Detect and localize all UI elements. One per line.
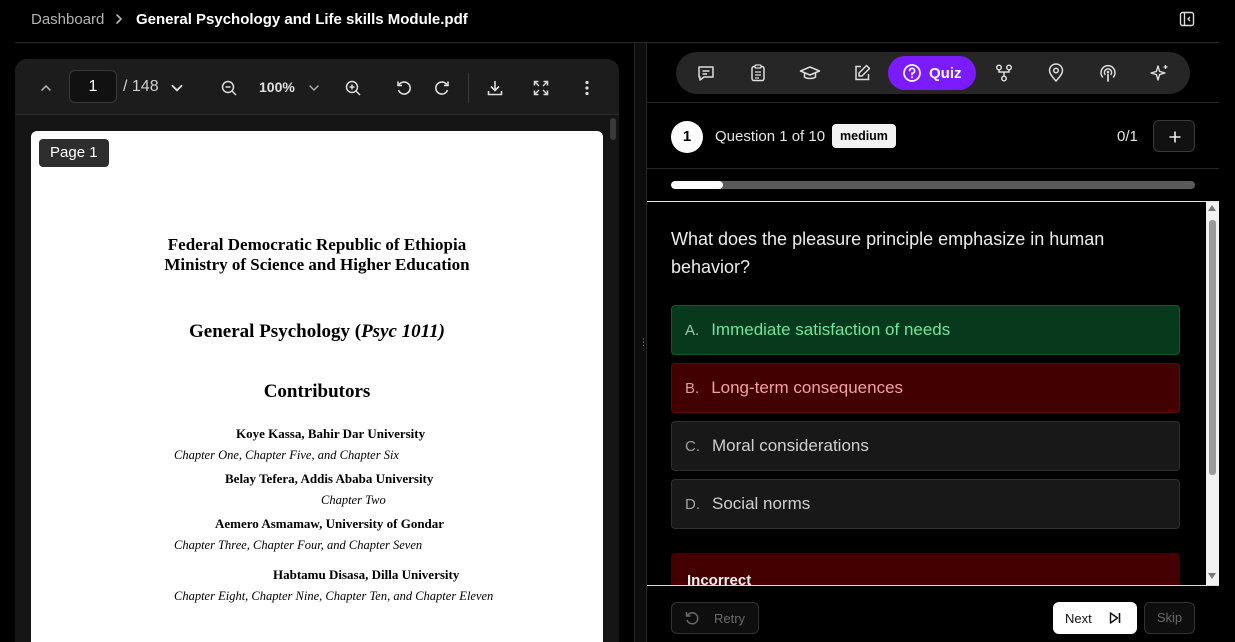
difficulty-badge: medium [832, 124, 896, 148]
quiz-icon [903, 64, 921, 82]
pdf-viewer: 1 / 148 100% Page 1 Federal Democratic R… [15, 59, 619, 642]
retry-button[interactable]: Retry [671, 602, 759, 634]
answer-option-c[interactable]: C. Moral considerations [671, 421, 1180, 471]
skip-button[interactable]: Skip [1144, 602, 1195, 634]
doc-contributors-heading: Contributors [263, 381, 371, 402]
option-letter: A. [685, 321, 700, 339]
zoom-out-icon[interactable] [218, 77, 240, 99]
chat-icon[interactable] [694, 56, 718, 90]
page-badge: Page 1 [39, 139, 109, 167]
chevron-down-icon[interactable] [167, 78, 187, 98]
scroll-down-arrow-icon[interactable] [1208, 573, 1216, 579]
chevron-up-icon[interactable] [37, 79, 55, 97]
pdf-scrollbar[interactable] [610, 118, 616, 140]
quiz-progress-bar [671, 181, 1195, 189]
doc-contributor-chapters: Chapter Two [321, 493, 386, 507]
next-button[interactable]: Next [1053, 602, 1137, 634]
option-letter: D. [685, 495, 700, 513]
rotate-right-icon[interactable] [431, 77, 453, 99]
doc-course-name: General Psychology ( [189, 321, 362, 342]
next-label: Next [1065, 610, 1092, 626]
option-text: Social norms [712, 494, 811, 513]
more-vertical-icon[interactable] [577, 77, 597, 99]
breadcrumb-current-file: General Psychology and Life skills Modul… [136, 11, 468, 28]
feedback-title: Incorrect [687, 572, 752, 585]
quiz-progress-fill [671, 181, 724, 189]
option-text: Long-term consequences [711, 378, 904, 397]
panel-resize-handle[interactable]: ⋮ [634, 43, 648, 642]
sparkles-icon[interactable] [1148, 56, 1172, 90]
answer-option-d[interactable]: D. Social norms [671, 479, 1180, 529]
header-divider [15, 42, 1219, 43]
toolbar-divider [468, 73, 469, 103]
question-scrollbar[interactable] [1206, 202, 1219, 585]
option-letter: C. [685, 437, 700, 455]
option-text: Moral considerations [712, 436, 869, 455]
top-bar: Dashboard General Psychology and Life sk… [0, 0, 1235, 38]
divider [647, 102, 1219, 103]
map-pin-icon[interactable] [1044, 56, 1068, 90]
doc-contributor-chapters: Chapter Eight, Chapter Nine, Chapter Ten… [174, 589, 494, 603]
zoom-level[interactable]: 100% [259, 79, 295, 95]
question-counter: Question 1 of 10 [715, 128, 826, 145]
clipboard-icon[interactable] [746, 56, 770, 90]
doc-country-line: Federal Democratic Republic of Ethiopia [167, 235, 467, 254]
add-question-button[interactable] [1153, 120, 1195, 152]
doc-contributor-chapters: Chapter One, Chapter Five, and Chapter S… [174, 448, 399, 462]
plus-icon [1169, 131, 1181, 143]
answer-option-b[interactable]: B. Long-term consequences [671, 363, 1180, 413]
scroll-up-arrow-icon[interactable] [1208, 205, 1216, 211]
chevron-right-icon [116, 14, 122, 24]
divider [647, 585, 1219, 586]
doc-ministry-line: Ministry of Science and Higher Education [164, 255, 470, 274]
retry-label: Retry [714, 610, 746, 626]
graduation-cap-icon[interactable] [798, 56, 822, 90]
doc-contributor-name: Habtamu Disasa, Dilla University [273, 567, 460, 582]
page-total-label: / 148 [123, 78, 159, 95]
question-number-badge: 1 [671, 121, 703, 153]
tool-tab-bar: Quiz [676, 52, 1190, 94]
pdf-page: Page 1 Federal Democratic Republic of Et… [31, 131, 603, 642]
zoom-dropdown-icon[interactable] [304, 78, 324, 98]
page-number-input[interactable]: 1 [69, 70, 117, 103]
podcast-icon[interactable] [1096, 56, 1120, 90]
download-icon[interactable] [484, 77, 506, 99]
zoom-in-icon[interactable] [342, 77, 364, 99]
option-text: Immediate satisfaction of needs [711, 320, 951, 339]
doc-course-title: General Psychology (Psyc 1011) [31, 321, 603, 343]
question-text: What does the pleasure principle emphasi… [671, 229, 1105, 277]
scrollbar-thumb[interactable] [1209, 220, 1216, 475]
tab-quiz-label: Quiz [929, 64, 962, 82]
doc-contributor-chapters: Chapter Three, Chapter Four, and Chapter… [174, 538, 423, 552]
divider [647, 168, 1219, 169]
pdf-toolbar: 1 / 148 100% [15, 59, 619, 115]
doc-contributor-name: Aemero Asmamaw, University of Gondar [215, 516, 445, 531]
mindmap-icon[interactable] [992, 56, 1016, 90]
tab-quiz[interactable]: Quiz [888, 56, 976, 90]
doc-contributor-name: Belay Tefera, Addis Ababa University [225, 471, 434, 486]
doc-course-code: Psyc 1011) [361, 321, 445, 342]
breadcrumb-dashboard-link[interactable]: Dashboard [31, 11, 104, 28]
score-label: 0/1 [1117, 128, 1138, 145]
skip-forward-icon [1109, 612, 1121, 624]
rotate-left-icon[interactable] [393, 77, 415, 99]
option-letter: B. [685, 379, 700, 397]
question-area: What does the pleasure principle emphasi… [647, 202, 1219, 585]
fullscreen-icon[interactable] [530, 77, 552, 99]
retry-icon [685, 612, 699, 625]
answer-option-a[interactable]: A. Immediate satisfaction of needs [671, 305, 1180, 355]
feedback-panel: Incorrect [671, 553, 1180, 585]
edit-icon[interactable] [850, 56, 874, 90]
sidebar-toggle-icon[interactable] [1179, 11, 1195, 27]
doc-contributor-name: Koye Kassa, Bahir Dar University [236, 426, 426, 441]
